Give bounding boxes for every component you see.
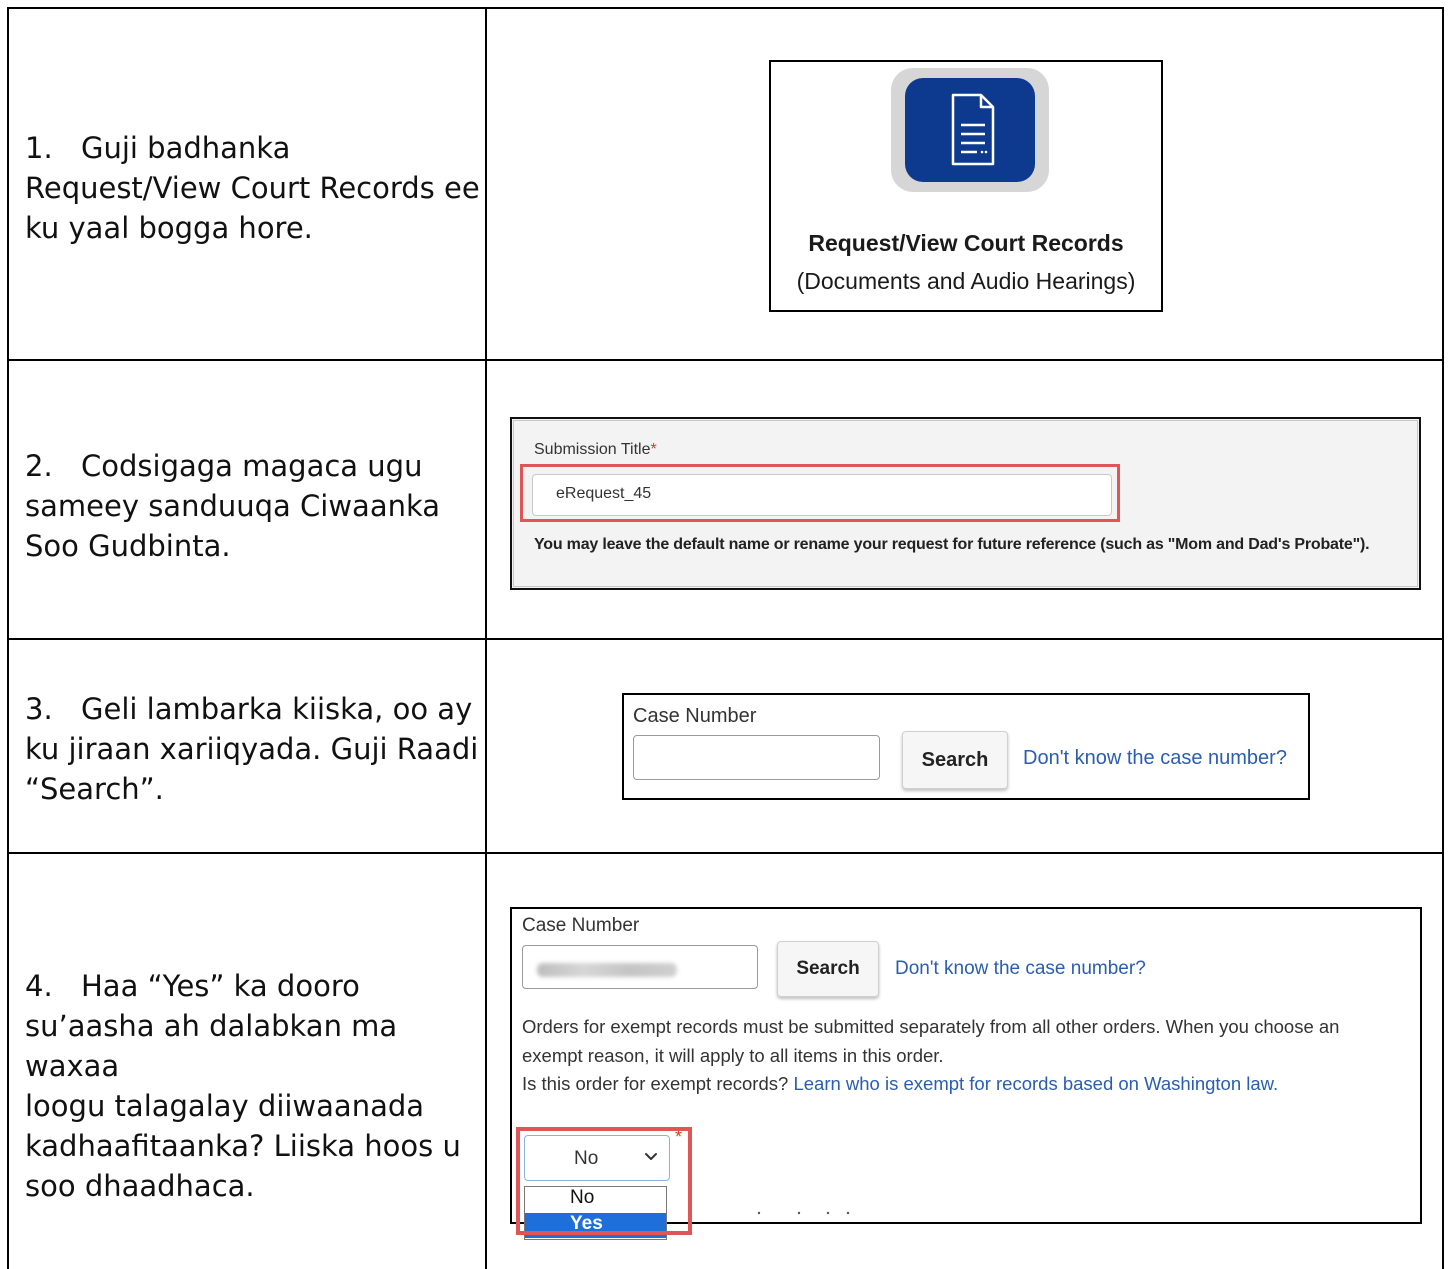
step-3-text: 3. Geli lambarka kiiska, oo ay ku jiraan … <box>25 692 479 806</box>
submission-title-label: Submission Title* <box>534 441 657 458</box>
highlight-box <box>516 1127 692 1235</box>
row-divider <box>7 852 1444 854</box>
exempt-question-text: Is this order for exempt records? <box>522 1073 789 1094</box>
exempt-records-panel: Case Number Search Don't know the case n… <box>510 907 1422 1240</box>
card-subtitle: (Documents and Audio Hearings) <box>796 268 1136 294</box>
step-1-text: 1. Guji badhanka Request/View Court Recor… <box>25 131 480 245</box>
exempt-law-link[interactable]: Learn who is exempt for records based on… <box>793 1073 1278 1094</box>
row-divider <box>7 638 1444 640</box>
required-marker: * <box>650 441 657 458</box>
case-number-input[interactable] <box>522 945 758 989</box>
submission-title-input[interactable]: eRequest_45 <box>532 474 1112 516</box>
case-number-help-link[interactable]: Don't know the case number? <box>895 958 1146 980</box>
step-2-text: 2. Codsigaga magaca ugu sameey sanduuqa C… <box>25 449 441 563</box>
row-divider <box>7 359 1444 361</box>
case-number-panel: Case Number Search Don't know the case n… <box>622 693 1310 800</box>
case-number-help-link[interactable]: Don't know the case number? <box>1023 747 1287 770</box>
redacted-case-number <box>537 963 677 977</box>
exempt-info-line-2: exempt reason, it will apply to all item… <box>522 1045 944 1066</box>
exempt-question: Is this order for exempt records? Learn … <box>522 1073 1278 1095</box>
search-button[interactable]: Search <box>777 941 879 997</box>
case-number-label: Case Number <box>522 915 640 936</box>
exempt-info-line-1: Orders for exempt records must be submit… <box>522 1016 1340 1037</box>
request-view-records-card[interactable]: Request/View Court Records (Documents an… <box>769 60 1163 312</box>
case-number-input[interactable] <box>633 735 880 780</box>
submission-title-panel: Submission Title* eRequest_45 You may le… <box>510 417 1421 590</box>
records-tile-inner <box>905 78 1035 182</box>
document-icon <box>951 93 995 166</box>
case-number-label: Case Number <box>633 705 757 727</box>
submission-title-help: You may leave the default name or rename… <box>534 536 1370 553</box>
truncated-text-fragment <box>757 1211 850 1215</box>
search-button[interactable]: Search <box>902 731 1008 789</box>
records-tile[interactable] <box>891 68 1049 192</box>
step-4-text: 4. Haa “Yes” ka dooro su’aasha ah dalabka… <box>25 969 461 1203</box>
card-title[interactable]: Request/View Court Records <box>771 230 1161 257</box>
